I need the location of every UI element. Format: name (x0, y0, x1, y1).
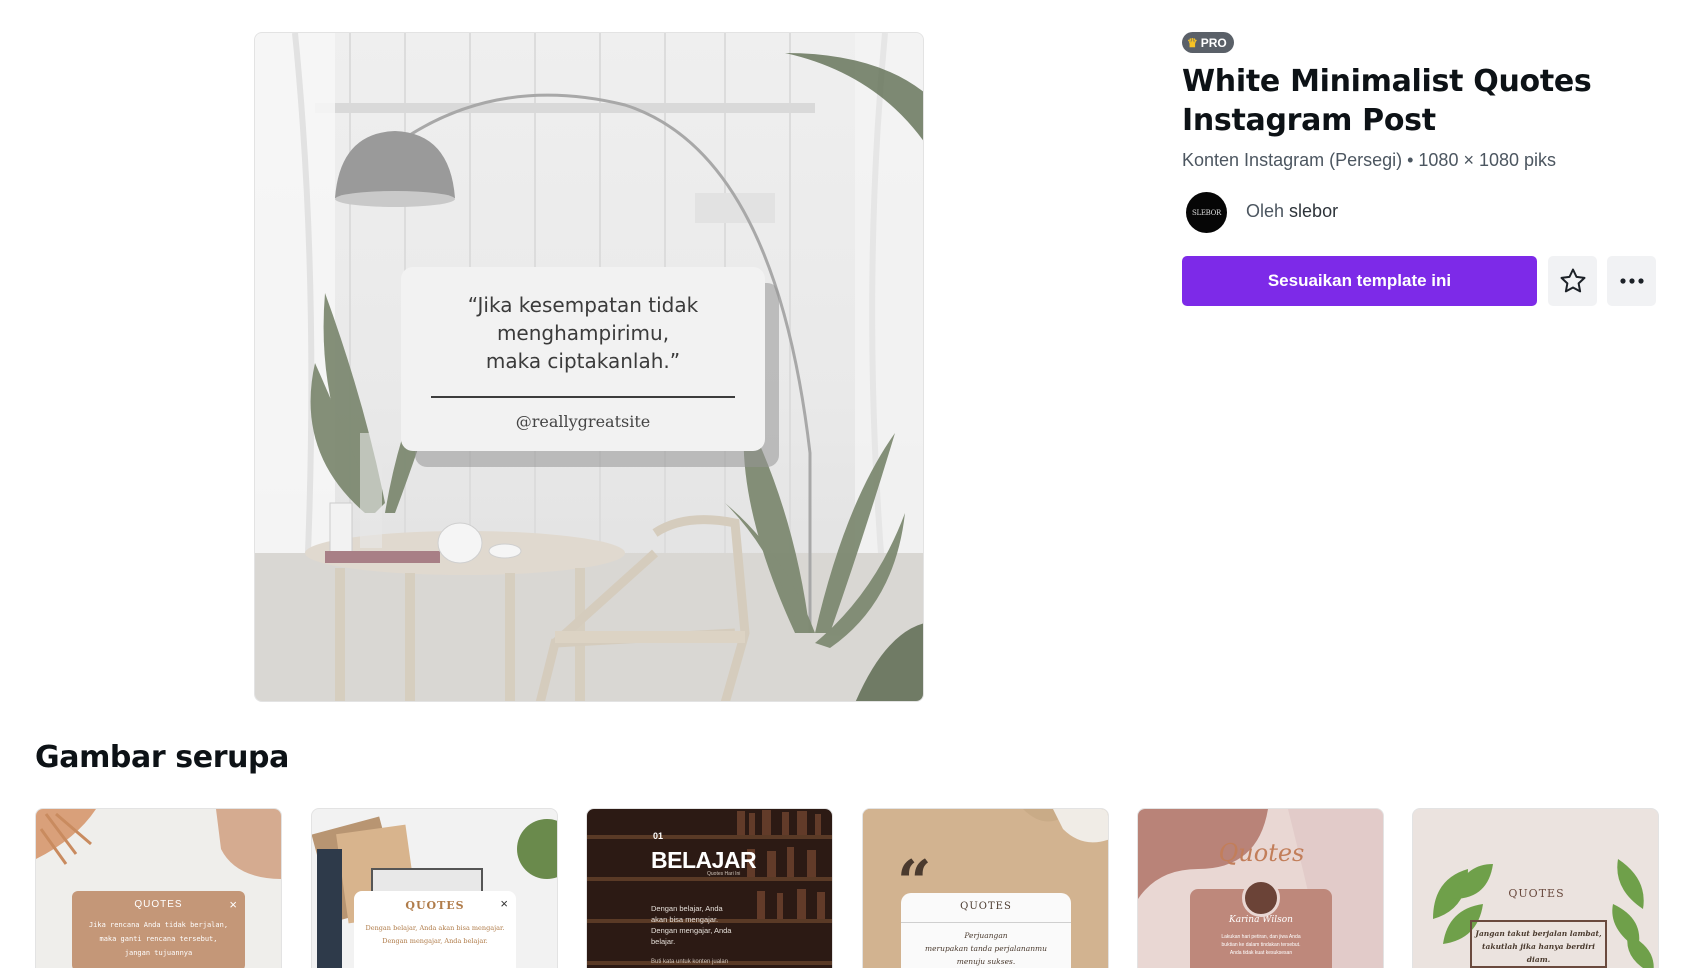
similar-template-2[interactable]: QUOTES × Dengan belajar, Anda akan bisa … (311, 808, 558, 968)
similar-template-4[interactable]: “ QUOTES Perjuangan merupakan tanda perj… (862, 808, 1109, 968)
thumb-card: QUOTES Perjuangan merupakan tanda perjal… (901, 893, 1071, 968)
thumb-card-title: QUOTES (960, 901, 1012, 912)
similar-section-title: Gambar serupa (35, 740, 289, 775)
pro-badge-label: PRO (1200, 35, 1227, 50)
author-line: Oleh slebor (1246, 201, 1338, 222)
thumb-title: QUOTES (1508, 887, 1565, 900)
thumb-number: 01 (653, 831, 664, 841)
close-icon: × (500, 896, 508, 911)
thumb-body: Jangan takut berjalan lambat, takutlah j… (1475, 929, 1602, 964)
customize-template-button[interactable]: Sesuaikan template ini (1182, 256, 1537, 306)
quote-handle: @reallygreatsite (515, 412, 651, 431)
author-avatar[interactable]: SLEBOR (1186, 192, 1227, 233)
author-name-link[interactable]: slebor (1289, 201, 1338, 221)
thumb-card-body: Perjuangan merupakan tanda perjalananmu … (901, 922, 1071, 968)
template-meta: Konten Instagram (Persegi) • 1080 × 1080… (1182, 150, 1557, 170)
thumb-heading: BELAJAR (651, 847, 757, 873)
more-icon (1619, 278, 1644, 284)
pro-badge: ♛ PRO (1182, 32, 1234, 53)
thumb-card-title: QUOTES (405, 899, 465, 912)
thumb-card: QUOTES × Jika rencana Anda tidak berjala… (72, 891, 245, 968)
thumb-subtitle: Quotes Hari Ini (707, 871, 741, 877)
author-prefix: Oleh (1246, 201, 1285, 221)
template-preview[interactable]: “Jika kesempatan tidak menghampirimu, ma… (254, 32, 924, 702)
thumb-card: QUOTES × Dengan belajar, Anda akan bisa … (354, 891, 516, 968)
thumb-body: Dengan belajar, Anda akan bisa mengajar.… (651, 904, 732, 946)
more-options-button[interactable] (1607, 256, 1656, 306)
thumb-portrait (1242, 879, 1280, 917)
similar-template-1[interactable]: QUOTES × Jika rencana Anda tidak berjala… (35, 808, 282, 968)
close-icon: × (229, 897, 237, 912)
similar-template-6[interactable]: QUOTES Jangan takut berjalan lambat, tak… (1412, 808, 1659, 968)
quote-text: “Jika kesempatan tidak menghampirimu, ma… (467, 293, 699, 373)
template-title: White Minimalist Quotes Instagram Post (1182, 64, 1592, 138)
similar-template-5[interactable]: Quotes Karina Wilson Lakukan hari petira… (1137, 808, 1384, 968)
star-icon (1560, 268, 1585, 293)
quote-card: “Jika kesempatan tidak menghampirimu, ma… (401, 267, 765, 451)
thumb-card-body: Lakukan hari petiran, dan jiwa Anda bukt… (1221, 934, 1301, 956)
quote-divider (431, 396, 735, 398)
crown-icon: ♛ (1187, 35, 1198, 50)
thumb-footer: Buti kata untuk konten jualan (651, 959, 729, 965)
favorite-button[interactable] (1548, 256, 1597, 306)
thumb-card-body: Jika rencana Anda tidak berjalan, maka g… (88, 921, 229, 957)
similar-template-3[interactable]: 01 BELAJAR Quotes Hari Ini Dengan belaja… (586, 808, 833, 968)
thumb-script-title: Quotes (1218, 839, 1305, 867)
thumb-card-title: QUOTES (134, 899, 183, 910)
author-avatar-text: SLEBOR (1191, 208, 1222, 217)
thumb-card-body: Dengan belajar, Anda akan bisa mengajar.… (365, 924, 505, 945)
